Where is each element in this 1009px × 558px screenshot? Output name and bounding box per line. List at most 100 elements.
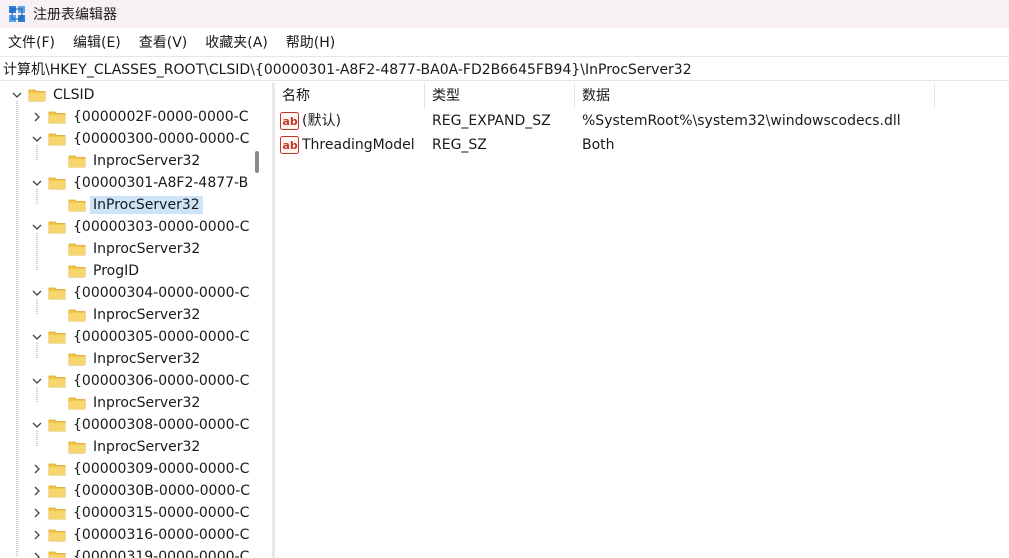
chevron-down-icon[interactable]: [30, 176, 44, 190]
tree-item[interactable]: InprocServer32: [50, 304, 203, 326]
column-header-name[interactable]: 名称: [275, 83, 425, 109]
folder-icon: [28, 88, 46, 102]
chevron-right-icon[interactable]: [30, 528, 44, 542]
value-type: REG_SZ: [432, 137, 487, 153]
tree-item[interactable]: InprocServer32: [50, 238, 203, 260]
value-row[interactable]: ab ThreadingModel REG_SZ Both: [275, 133, 1009, 157]
value-name: ThreadingModel: [302, 137, 415, 153]
folder-icon: [68, 264, 86, 278]
chevron-right-icon[interactable]: [30, 110, 44, 124]
tree-item[interactable]: InprocServer32: [50, 150, 203, 172]
address-path[interactable]: 计算机\HKEY_CLASSES_ROOT\CLSID\{00000301-A8…: [3, 59, 692, 79]
column-header-data[interactable]: 数据: [575, 83, 935, 109]
tree-item-label: {00000306-0000-0000-C: [73, 373, 250, 389]
tree-item[interactable]: {0000030B-0000-0000-C: [30, 480, 253, 502]
tree-item[interactable]: {00000315-0000-0000-C: [30, 502, 252, 524]
tree-item-label: {00000305-0000-0000-C: [73, 329, 250, 345]
key-tree[interactable]: CLSID {0000002F-0000-0000-C {00000300-0000…: [0, 83, 272, 558]
title-bar: 注册表编辑器: [0, 0, 1009, 28]
tree-item-label: {00000301-A8F2-4877-B: [73, 175, 249, 191]
folder-icon: [68, 154, 86, 168]
menu-bar: 文件(F) 编辑(E) 查看(V) 收藏夹(A) 帮助(H): [0, 30, 1009, 54]
folder-icon: [68, 440, 86, 454]
tree-item[interactable]: {00000306-0000-0000-C: [30, 370, 252, 392]
value-data: %SystemRoot%\system32\windowscodecs.dll: [582, 113, 901, 129]
tree-item[interactable]: ProgID: [50, 260, 142, 282]
tree-item-label: InprocServer32: [93, 153, 201, 169]
menu-file[interactable]: 文件(F): [8, 32, 55, 52]
tree-item-label: ProgID: [93, 263, 140, 279]
chevron-down-icon[interactable]: [30, 286, 44, 300]
address-bar[interactable]: 计算机\HKEY_CLASSES_ROOT\CLSID\{00000301-A8…: [0, 56, 1009, 81]
list-header: 名称 类型 数据: [275, 83, 1009, 109]
tree-item-label: {00000300-0000-0000-C: [73, 131, 250, 147]
tree-item[interactable]: InprocServer32: [50, 392, 203, 414]
tree-item-label: {00000315-0000-0000-C: [73, 505, 250, 521]
chevron-down-icon[interactable]: [30, 220, 44, 234]
tree-item[interactable]: {00000319-0000-0000-C: [30, 546, 252, 558]
svg-text:ab: ab: [283, 115, 298, 128]
menu-edit[interactable]: 编辑(E): [73, 32, 121, 52]
tree-item[interactable]: {00000303-0000-0000-C: [30, 216, 252, 238]
chevron-down-icon[interactable]: [30, 132, 44, 146]
tree-item[interactable]: {00000316-0000-0000-C: [30, 524, 252, 546]
tree-item[interactable]: {00000301-A8F2-4877-B: [30, 172, 251, 194]
folder-icon: [48, 506, 66, 520]
tree-root-item[interactable]: CLSID: [10, 84, 97, 106]
menu-help[interactable]: 帮助(H): [286, 32, 335, 52]
tree-item-label: {00000304-0000-0000-C: [73, 285, 250, 301]
folder-icon: [48, 132, 66, 146]
chevron-right-icon[interactable]: [30, 484, 44, 498]
value-type: REG_EXPAND_SZ: [432, 113, 551, 129]
chevron-down-icon[interactable]: [30, 330, 44, 344]
tree-item[interactable]: {00000305-0000-0000-C: [30, 326, 252, 348]
string-value-icon: ab: [280, 136, 299, 154]
column-header-type[interactable]: 类型: [425, 83, 575, 109]
chevron-down-icon[interactable]: [30, 374, 44, 388]
tree-item[interactable]: {00000300-0000-0000-C: [30, 128, 252, 150]
tree-item-label: {0000030B-0000-0000-C: [73, 483, 251, 499]
tree-item[interactable]: InProcServer32: [50, 194, 203, 216]
folder-icon: [48, 550, 66, 558]
tree-item-label: InprocServer32: [93, 395, 201, 411]
chevron-right-icon[interactable]: [30, 506, 44, 520]
tree-item[interactable]: {0000002F-0000-0000-C: [30, 106, 252, 128]
tree-item[interactable]: InprocServer32: [50, 436, 203, 458]
folder-icon: [48, 286, 66, 300]
folder-icon: [48, 374, 66, 388]
tree-item-label: {00000303-0000-0000-C: [73, 219, 250, 235]
chevron-right-icon[interactable]: [30, 550, 44, 558]
chevron-down-icon[interactable]: [10, 88, 24, 102]
chevron-down-icon[interactable]: [30, 418, 44, 432]
tree-scroll-thumb[interactable]: [255, 151, 259, 173]
tree-item-label: InprocServer32: [93, 351, 201, 367]
tree-item-label: {00000309-0000-0000-C: [73, 461, 250, 477]
folder-icon: [48, 484, 66, 498]
values-list[interactable]: 名称 类型 数据 ab (默认) REG_EXPAND_SZ %SystemRo…: [275, 83, 1009, 558]
folder-icon: [68, 198, 86, 212]
tree-item-label: {0000002F-0000-0000-C: [73, 109, 249, 125]
folder-icon: [48, 418, 66, 432]
tree-item[interactable]: InprocServer32: [50, 348, 203, 370]
tree-item[interactable]: {00000308-0000-0000-C: [30, 414, 252, 436]
value-row[interactable]: ab (默认) REG_EXPAND_SZ %SystemRoot%\syste…: [275, 109, 1009, 133]
menu-favorites[interactable]: 收藏夹(A): [205, 32, 268, 52]
tree-item[interactable]: {00000304-0000-0000-C: [30, 282, 252, 304]
folder-icon: [48, 528, 66, 542]
tree-scrollbar[interactable]: [250, 83, 266, 558]
tree-item[interactable]: {00000309-0000-0000-C: [30, 458, 252, 480]
tree-item-label: InprocServer32: [93, 439, 201, 455]
menu-view[interactable]: 查看(V): [139, 32, 188, 52]
value-name: (默认): [302, 113, 341, 129]
folder-icon: [68, 396, 86, 410]
folder-icon: [68, 242, 86, 256]
value-data: Both: [582, 137, 615, 153]
svg-text:ab: ab: [283, 139, 298, 152]
tree-item-label: InprocServer32: [93, 241, 201, 257]
chevron-right-icon[interactable]: [30, 462, 44, 476]
